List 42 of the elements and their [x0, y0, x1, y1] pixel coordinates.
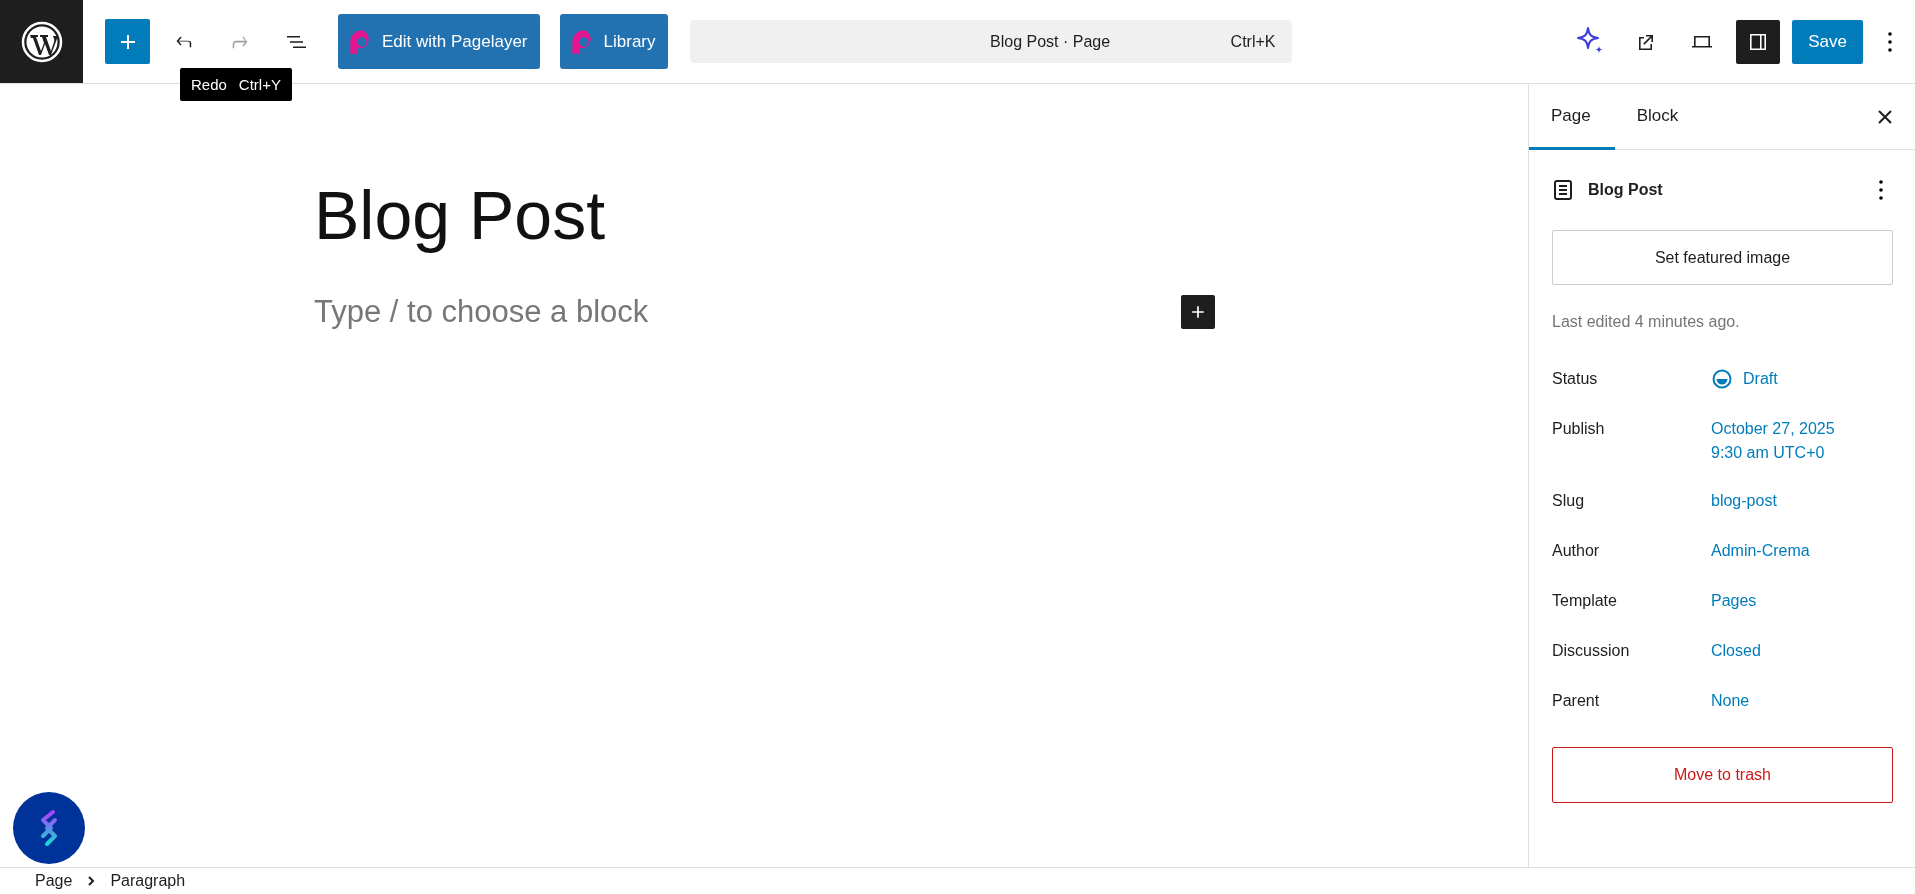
wordpress-logo[interactable] — [0, 0, 83, 83]
last-edited-text: Last edited 4 minutes ago. — [1552, 313, 1741, 331]
field-label: Slug — [1552, 491, 1586, 511]
page-title[interactable]: Blog Post — [314, 176, 1528, 254]
wordpress-logo-icon — [19, 19, 64, 64]
page-icon — [1552, 178, 1574, 202]
add-block-button[interactable] — [1181, 295, 1215, 329]
field-label: Parent — [1552, 691, 1601, 711]
move-to-trash-button[interactable]: Move to trash — [1552, 747, 1893, 803]
draft-status-icon — [1711, 368, 1733, 390]
field-label: Status — [1552, 369, 1599, 389]
tooltip-label: Redo — [191, 76, 227, 93]
command-bar[interactable]: Blog Post · Page Ctrl+K — [689, 20, 1292, 63]
breadcrumb-item[interactable]: Page — [35, 872, 73, 890]
sidebar-tab[interactable]: Page — [1529, 84, 1615, 150]
add-block-button[interactable] — [105, 19, 150, 64]
library-button[interactable]: Library — [559, 14, 668, 69]
chevron-right-icon — [86, 875, 97, 887]
field-value-link[interactable]: Admin-Crema — [1711, 539, 1810, 563]
field-value-link[interactable]: Closed — [1711, 639, 1761, 663]
field-value-link[interactable]: Pages — [1711, 589, 1757, 613]
page-name: Blog Post — [1588, 181, 1663, 199]
tooltip-shortcut: Ctrl+Y — [238, 76, 281, 93]
field-label: Template — [1552, 591, 1618, 611]
breadcrumb-item[interactable]: Paragraph — [110, 872, 186, 890]
shortcut-hint: Ctrl+K — [1230, 32, 1276, 51]
field-label: Publish — [1552, 419, 1606, 439]
field-value-link[interactable]: October 27, 2025 9:30 am UTC+0 — [1711, 417, 1835, 465]
edit-with-pagelayer-button[interactable]: Edit with Pagelayer — [338, 14, 540, 69]
field-value-link[interactable]: blog-post — [1711, 489, 1777, 513]
more-vertical-icon — [1887, 30, 1893, 53]
settings-toggle-button[interactable] — [1736, 19, 1780, 64]
more-vertical-icon — [1878, 179, 1884, 201]
save-button[interactable]: Save — [1792, 19, 1863, 64]
block-placeholder[interactable]: Type / to choose a block — [314, 294, 649, 330]
document-title: Blog Post · Page — [989, 32, 1112, 51]
field-label: Author — [1552, 541, 1601, 561]
sidebar-tab[interactable]: Block — [1614, 84, 1703, 150]
field-value-link[interactable]: None — [1711, 689, 1750, 713]
set-featured-image-button[interactable]: Set featured image — [1552, 230, 1893, 285]
field-value-link[interactable]: Draft — [1743, 367, 1778, 391]
field-label: Discussion — [1552, 641, 1631, 661]
